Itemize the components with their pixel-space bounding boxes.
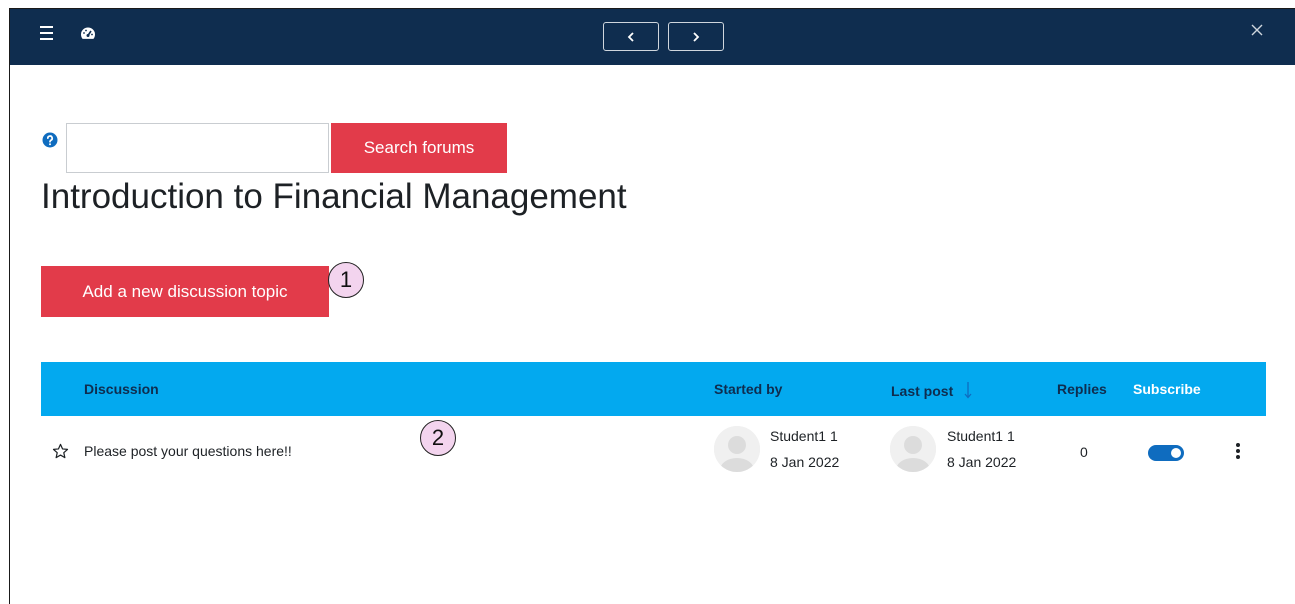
user-avatar-icon [890,426,936,472]
last-post-name[interactable]: Student1 1 [947,428,1015,444]
callout-marker: 1 [328,262,364,298]
subscribe-toggle[interactable] [1148,445,1184,461]
add-discussion-button[interactable]: Add a new discussion topic [41,266,329,317]
started-by-date: 8 Jan 2022 [770,454,840,470]
chevron-left-icon [627,31,634,42]
discussion-title-link[interactable]: Please post your questions here!! [84,443,292,459]
search-forums-button[interactable]: Search forums [331,123,507,173]
user-avatar-icon [714,426,760,472]
column-header-replies[interactable]: Replies [1057,381,1107,397]
more-options-icon[interactable] [1236,443,1242,461]
top-bar [10,9,1295,65]
avatar[interactable] [714,426,760,472]
discussion-table-header: Discussion Started by Last post Replies … [41,362,1266,416]
table-row: Please post your questions here!! Studen… [41,416,1266,482]
star-icon[interactable] [52,443,69,460]
column-header-last-post[interactable]: Last post [891,381,973,399]
replies-count[interactable]: 0 [1080,444,1088,460]
hamburger-icon[interactable] [40,26,58,42]
close-icon[interactable] [1249,22,1265,38]
sort-descending-icon [964,382,972,399]
page-title: Introduction to Financial Management [41,177,627,216]
column-header-started-by[interactable]: Started by [714,381,782,397]
search-input[interactable] [66,123,329,173]
next-button[interactable] [668,22,724,51]
question-circle-icon[interactable] [42,132,58,148]
dashboard-icon[interactable] [80,26,96,42]
column-header-last-post-label: Last post [891,383,954,399]
previous-button[interactable] [603,22,659,51]
column-header-subscribe: Subscribe [1133,381,1201,397]
avatar[interactable] [890,426,936,472]
toggle-knob [1171,448,1181,458]
chevron-right-icon [693,31,700,42]
app-frame: Search forums Introduction to Financial … [9,8,1295,604]
started-by-name[interactable]: Student1 1 [770,428,838,444]
column-header-discussion[interactable]: Discussion [84,381,159,397]
last-post-date[interactable]: 8 Jan 2022 [947,454,1016,470]
